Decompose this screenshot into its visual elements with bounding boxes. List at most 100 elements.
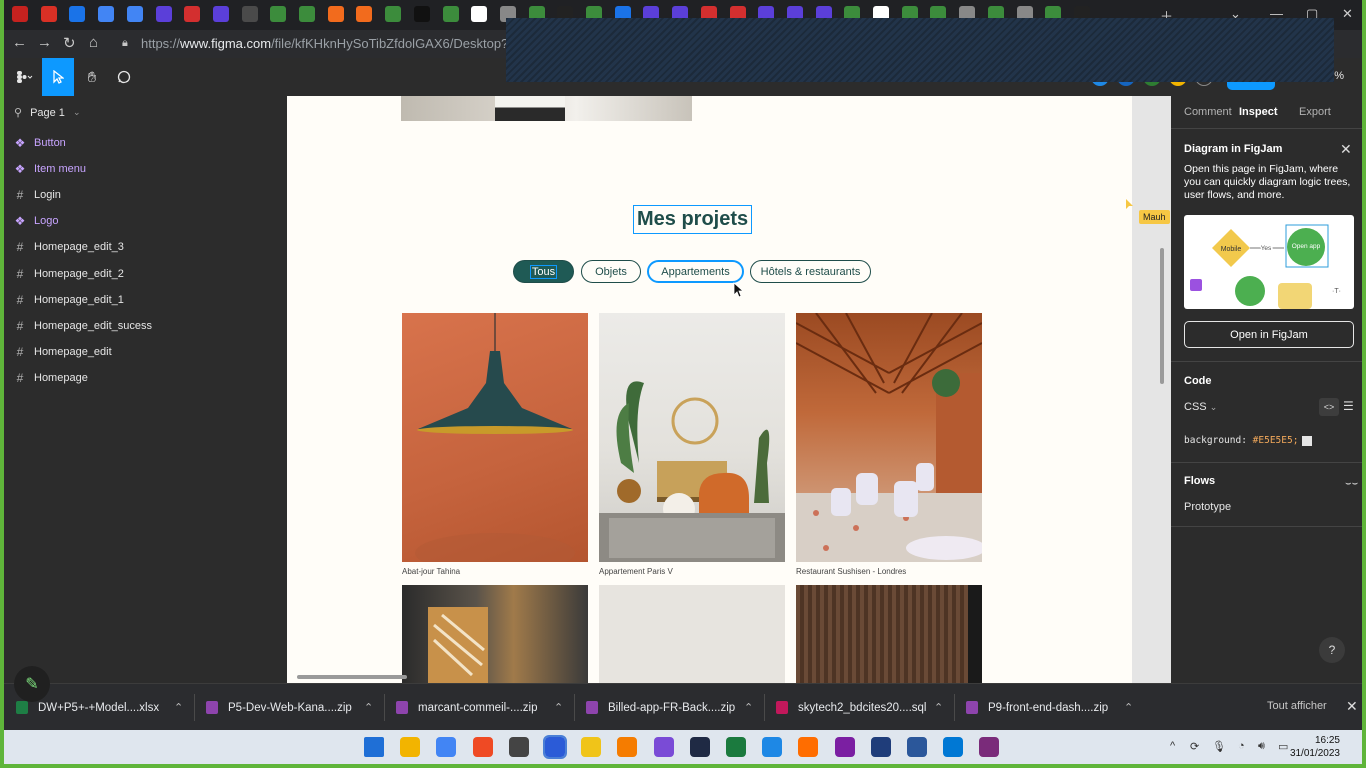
taskbar-app-icon[interactable] <box>543 735 567 759</box>
chevron-up-icon[interactable]: ^ <box>1170 740 1175 752</box>
show-all-downloads[interactable]: Tout afficher <box>1267 700 1327 712</box>
help-button[interactable]: ? <box>1319 637 1345 663</box>
inspect-cursor-tool[interactable] <box>42 58 74 96</box>
taskbar-app-icon[interactable] <box>834 737 855 757</box>
taskbar-app-icon[interactable] <box>472 737 493 757</box>
layer-item[interactable]: ❖ Logo <box>14 214 59 228</box>
homepage-frame[interactable]: Mes projets Tous Objets Appartements Hôt… <box>287 96 1132 683</box>
browser-tab[interactable] <box>413 6 430 22</box>
design-canvas[interactable]: Mes projets Tous Objets Appartements Hôt… <box>287 96 1171 683</box>
taskbar-app-icon[interactable] <box>653 737 674 757</box>
taskbar-app-icon[interactable] <box>870 737 891 757</box>
hand-tool-icon[interactable]: ✋︎ <box>76 58 108 96</box>
download-item[interactable]: P5-Dev-Web-Kana....zip ⌃ <box>206 684 384 731</box>
taskbar-app-icon[interactable] <box>726 737 746 757</box>
browser-tab[interactable] <box>98 6 115 22</box>
taskbar-app-icon[interactable] <box>943 737 964 757</box>
volume-icon[interactable]: 🔊︎ <box>1258 740 1265 753</box>
browser-tab[interactable] <box>69 6 86 22</box>
taskbar-app-icon[interactable] <box>798 737 819 757</box>
layer-item[interactable]: ❖ Item menu <box>14 162 86 176</box>
download-item[interactable]: Billed-app-FR-Back....zip ⌃ <box>586 684 764 731</box>
back-icon[interactable]: ← <box>12 34 27 51</box>
project-card[interactable] <box>402 585 588 683</box>
tab-inspect[interactable]: Inspect <box>1239 106 1278 118</box>
filter-objets[interactable]: Objets <box>581 260 641 283</box>
lock-icon[interactable]: 🔒︎ <box>122 37 128 50</box>
download-item[interactable]: marcant-commeil-....zip ⌃ <box>396 684 574 731</box>
battery-icon[interactable]: ▭ <box>1278 740 1288 753</box>
browser-tab[interactable] <box>442 6 459 22</box>
chevron-up-icon[interactable]: ⌃ <box>174 701 183 714</box>
layer-item[interactable]: ❖ Button <box>14 136 66 150</box>
system-clock[interactable]: 16:25 31/01/2023 <box>1290 734 1340 760</box>
list-view-icon[interactable]: ☰ <box>1343 399 1354 413</box>
code-view-icon[interactable]: <> <box>1319 398 1339 416</box>
taskbar-app-icon[interactable] <box>436 737 457 757</box>
sync-icon[interactable]: ⟳ <box>1190 740 1199 753</box>
taskbar-app-icon[interactable] <box>907 737 927 757</box>
project-card[interactable] <box>599 585 785 683</box>
taskbar-app-icon[interactable] <box>400 737 421 757</box>
tab-export[interactable]: Export <box>1299 106 1331 118</box>
open-in-figjam-button[interactable]: Open in FigJam <box>1184 321 1354 348</box>
layer-item[interactable]: # Homepage_edit_2 <box>14 267 124 281</box>
vertical-scrollbar[interactable] <box>1160 248 1164 384</box>
wifi-icon[interactable]: ◔ <box>1238 740 1245 752</box>
taskbar-app-icon[interactable] <box>581 737 602 757</box>
chevron-up-icon[interactable]: ⌃ <box>554 701 563 714</box>
horizontal-scrollbar[interactable] <box>297 675 407 679</box>
chevron-up-icon[interactable]: ⌃ <box>744 701 753 714</box>
code-language-select[interactable]: CSS ⌄ <box>1184 401 1217 413</box>
search-icon[interactable]: ⚲ <box>14 106 22 119</box>
layer-item[interactable]: # Homepage_edit <box>14 345 112 359</box>
taskbar-app-icon[interactable] <box>617 737 638 757</box>
chevron-up-icon[interactable]: ⌃ <box>1124 701 1133 714</box>
tab-comment[interactable]: Comment <box>1184 106 1232 118</box>
comment-tool-icon[interactable] <box>108 58 140 96</box>
layer-item[interactable]: # Homepage <box>14 371 88 385</box>
filter-tous[interactable]: Tous <box>513 260 574 283</box>
layer-item[interactable]: # Homepage_edit_sucess <box>14 319 152 333</box>
browser-tab[interactable] <box>155 6 172 22</box>
browser-tab[interactable] <box>212 6 229 22</box>
taskbar-app-icon[interactable] <box>762 737 783 757</box>
flow-item-prototype[interactable]: Prototype <box>1184 501 1231 513</box>
section-title[interactable]: Mes projets <box>633 205 753 234</box>
figjam-preview[interactable]: Mobile Yes Open app ·T· <box>1184 215 1354 309</box>
home-icon[interactable]: ⌂ <box>89 34 98 51</box>
download-item[interactable]: skytech2_bdcites20....sql ⌃ <box>776 684 954 731</box>
close-window-icon[interactable]: ✕ <box>1342 6 1353 22</box>
browser-tab[interactable] <box>356 6 373 22</box>
close-icon[interactable]: ✕ <box>1346 698 1358 715</box>
browser-tab[interactable] <box>270 6 287 22</box>
taskbar-app-icon[interactable] <box>689 737 710 757</box>
layer-item[interactable]: # Homepage_edit_1 <box>14 293 124 307</box>
page-selector[interactable]: ⚲ Page 1 ⌄ <box>14 106 80 120</box>
browser-tab[interactable] <box>241 6 258 22</box>
url-field[interactable]: https://www.figma.com/file/kfKHknHySoTib… <box>141 36 559 51</box>
chevron-up-icon[interactable]: ⌃ <box>934 701 943 714</box>
filter-hotels-restaurants[interactable]: Hôtels & restaurants <box>750 260 871 283</box>
filter-appartements[interactable]: Appartements <box>647 260 744 283</box>
browser-tab[interactable] <box>12 6 28 22</box>
forward-icon[interactable]: → <box>37 34 52 51</box>
microphone-icon[interactable]: 🎙︎ <box>1212 740 1226 753</box>
taskbar-app-icon[interactable] <box>508 737 529 757</box>
project-card[interactable] <box>796 585 982 683</box>
project-card[interactable]: Restaurant Sushisen - Londres <box>796 313 982 576</box>
chevron-up-icon[interactable]: ⌃ <box>364 701 373 714</box>
browser-tab[interactable] <box>385 6 402 22</box>
browser-tab[interactable] <box>299 6 315 22</box>
layer-item[interactable]: # Login <box>14 188 61 202</box>
layer-item[interactable]: # Homepage_edit_3 <box>14 240 124 254</box>
project-card[interactable]: Appartement Paris V <box>599 313 785 576</box>
browser-tab[interactable] <box>184 6 201 22</box>
close-icon[interactable]: ✕ <box>1340 141 1352 158</box>
download-item[interactable]: P9-front-end-dash....zip ⌃ <box>966 684 1144 731</box>
browser-tab[interactable] <box>126 6 143 22</box>
figma-menu-icon[interactable] <box>8 58 42 96</box>
project-card[interactable]: Abat-jour Tahina <box>402 313 588 576</box>
taskbar-app-icon[interactable] <box>979 737 1000 757</box>
pencil-icon[interactable]: ✎ <box>14 666 50 702</box>
